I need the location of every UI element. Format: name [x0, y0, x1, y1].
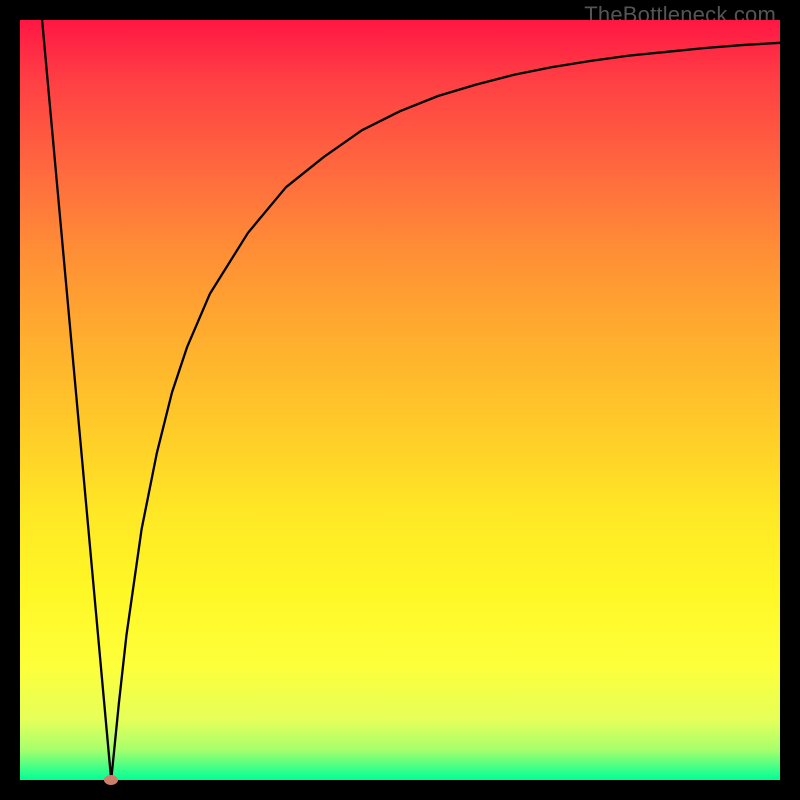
chart-plot-area [20, 20, 780, 780]
minimum-point-marker [104, 775, 118, 785]
chart-line-svg [20, 20, 780, 780]
chart-frame: TheBottleneck.com [0, 0, 800, 800]
bottleneck-curve [20, 20, 780, 780]
